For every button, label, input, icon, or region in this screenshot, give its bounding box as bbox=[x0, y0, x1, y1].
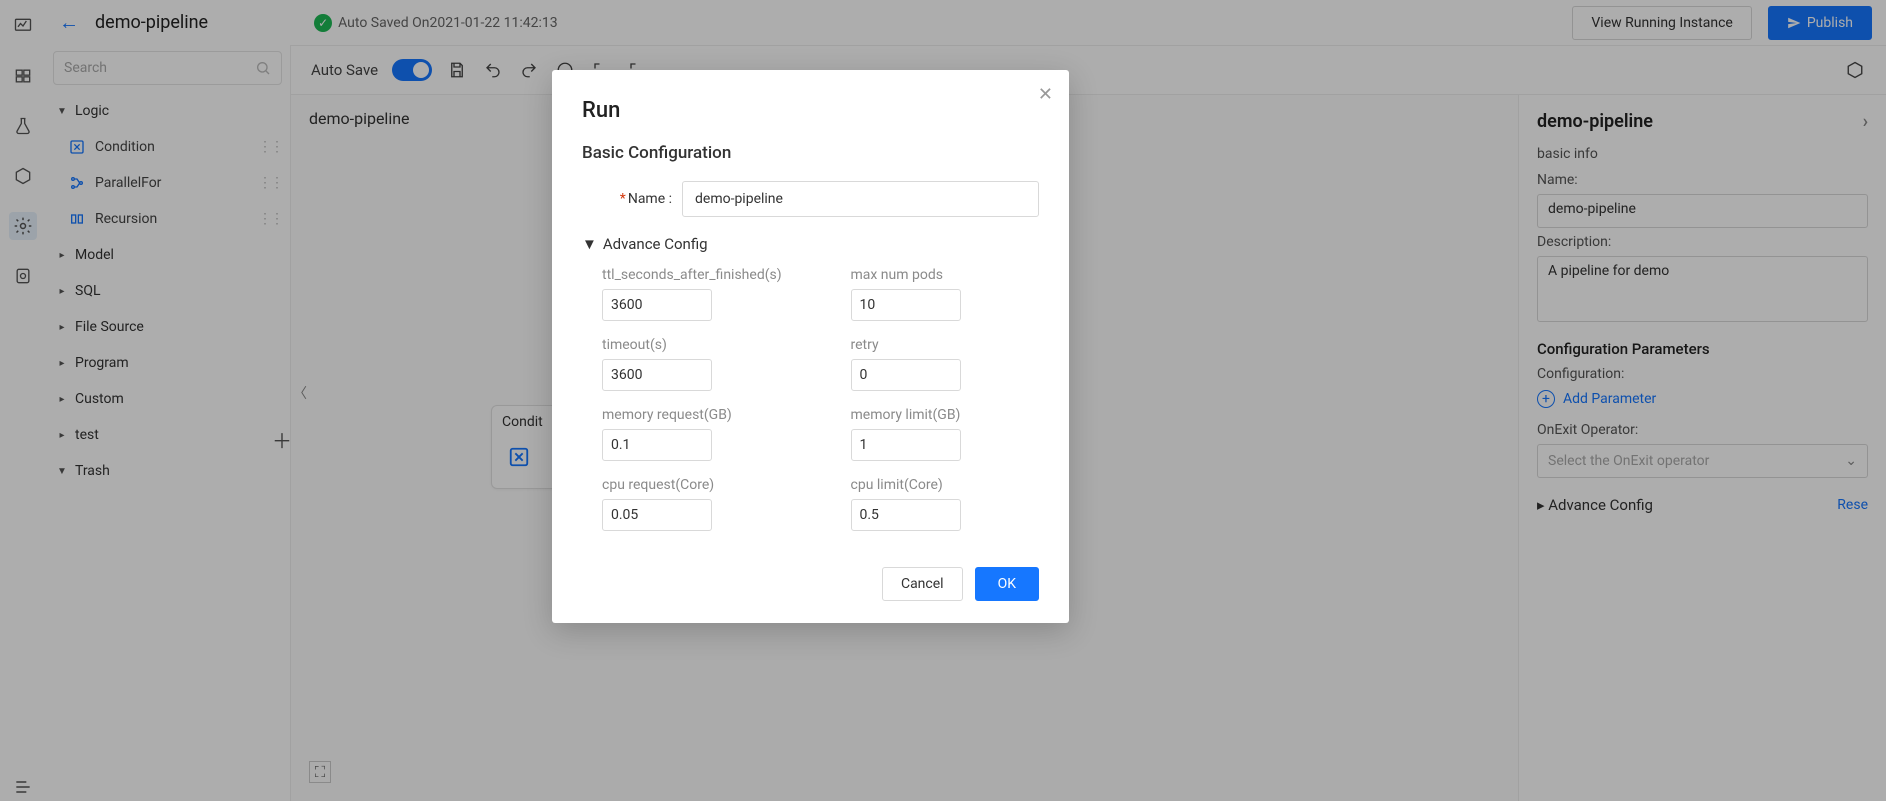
modal-name-label: *Name : bbox=[582, 191, 672, 207]
modal-title: Run bbox=[582, 98, 1039, 123]
run-modal: ✕ Run Basic Configuration *Name : ▼Advan… bbox=[552, 70, 1069, 623]
cpulim-label: cpu limit(Core) bbox=[851, 477, 1040, 493]
cpureq-label: cpu request(Core) bbox=[602, 477, 791, 493]
ttl-label: ttl_seconds_after_finished(s) bbox=[602, 267, 791, 283]
memlim-input[interactable] bbox=[851, 429, 961, 461]
caret-down-icon: ▼ bbox=[582, 235, 597, 253]
modal-name-input[interactable] bbox=[682, 181, 1039, 217]
memlim-label: memory limit(GB) bbox=[851, 407, 1040, 423]
memreq-input[interactable] bbox=[602, 429, 712, 461]
close-icon[interactable]: ✕ bbox=[1038, 84, 1053, 105]
retry-input[interactable] bbox=[851, 359, 961, 391]
ok-button[interactable]: OK bbox=[975, 567, 1039, 601]
cpulim-input[interactable] bbox=[851, 499, 961, 531]
basic-config-header: Basic Configuration bbox=[582, 143, 1039, 163]
maxpods-label: max num pods bbox=[851, 267, 1040, 283]
advance-config-toggle[interactable]: ▼Advance Config bbox=[582, 235, 1039, 253]
cancel-button[interactable]: Cancel bbox=[882, 567, 963, 601]
timeout-input[interactable] bbox=[602, 359, 712, 391]
memreq-label: memory request(GB) bbox=[602, 407, 791, 423]
ttl-input[interactable] bbox=[602, 289, 712, 321]
retry-label: retry bbox=[851, 337, 1040, 353]
maxpods-input[interactable] bbox=[851, 289, 961, 321]
timeout-label: timeout(s) bbox=[602, 337, 791, 353]
cpureq-input[interactable] bbox=[602, 499, 712, 531]
